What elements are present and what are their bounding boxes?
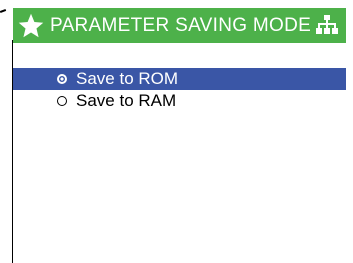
option-label: Save to ROM bbox=[76, 69, 179, 88]
radio-unselected-icon bbox=[57, 96, 67, 106]
star-icon bbox=[16, 11, 46, 41]
save-mode-options: Save to ROM Save to RAM bbox=[13, 68, 346, 112]
title-bar: PARAMETER SAVING MODE bbox=[13, 8, 346, 43]
radio-selected-icon bbox=[57, 74, 67, 84]
option-label: Save to RAM bbox=[76, 91, 177, 110]
left-edge-frame bbox=[0, 0, 14, 263]
hierarchy-icon[interactable] bbox=[316, 14, 338, 36]
option-save-to-ram[interactable]: Save to RAM bbox=[13, 90, 346, 112]
page-title: PARAMETER SAVING MODE bbox=[50, 14, 312, 36]
parameter-saving-screen: PARAMETER SAVING MODE Save to ROM Save t… bbox=[0, 0, 353, 263]
edge-tick bbox=[0, 9, 7, 13]
option-save-to-rom[interactable]: Save to ROM bbox=[13, 68, 346, 90]
